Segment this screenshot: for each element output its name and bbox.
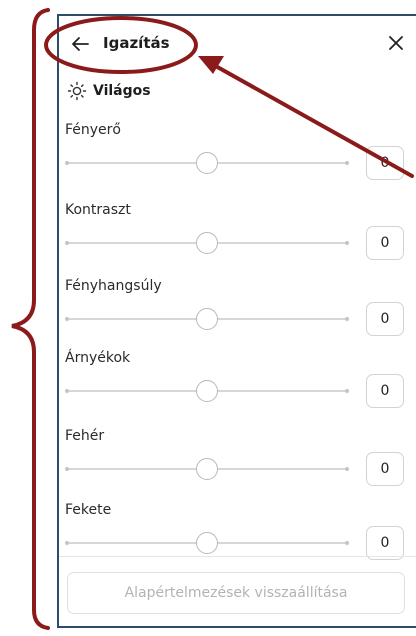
- slider-label: Fényerő: [65, 122, 121, 138]
- close-icon[interactable]: [385, 32, 407, 54]
- track-end-dot: [345, 161, 349, 165]
- slider-thumb[interactable]: [196, 458, 218, 480]
- slider-value-input[interactable]: 0: [366, 526, 404, 560]
- track-end-dot: [345, 389, 349, 393]
- track-end-dot: [65, 161, 69, 165]
- section-title: Világos: [93, 83, 151, 99]
- slider-value-input[interactable]: 0: [366, 146, 404, 180]
- track-end-dot: [345, 317, 349, 321]
- slider-row-blacks: Fekete 0: [59, 502, 416, 580]
- slider-row-highlights: Fényhangsúly 0: [59, 278, 416, 356]
- reset-defaults-button[interactable]: Alapértelmezések visszaállítása: [67, 572, 405, 614]
- slider-value-input[interactable]: 0: [366, 226, 404, 260]
- slider-row-shadows: Árnyékok 0: [59, 350, 416, 428]
- track-end-dot: [345, 241, 349, 245]
- track-end-dot: [345, 541, 349, 545]
- slider-row-brightness: Fényerő 0: [59, 122, 416, 200]
- slider-thumb[interactable]: [196, 308, 218, 330]
- slider-value-input[interactable]: 0: [366, 302, 404, 336]
- arrow-left-icon[interactable]: [69, 33, 91, 55]
- slider-row-contrast: Kontraszt 0: [59, 202, 416, 280]
- slider-value-input[interactable]: 0: [366, 452, 404, 486]
- slider-thumb[interactable]: [196, 380, 218, 402]
- track-end-dot: [345, 467, 349, 471]
- slider-thumb[interactable]: [196, 232, 218, 254]
- slider-thumb[interactable]: [196, 152, 218, 174]
- sun-icon: [67, 81, 87, 101]
- slider-label: Fehér: [65, 428, 105, 444]
- curly-bracket-annotation: [11, 8, 50, 630]
- slider-label: Fekete: [65, 502, 112, 518]
- slider-label: Kontraszt: [65, 202, 131, 218]
- panel-header: Igazítás: [59, 16, 416, 74]
- track-end-dot: [65, 317, 69, 321]
- track-end-dot: [65, 467, 69, 471]
- section-header-light: Világos: [67, 80, 151, 102]
- slider-label: Fényhangsúly: [65, 278, 162, 294]
- slider-thumb[interactable]: [196, 532, 218, 554]
- footer-divider: [59, 556, 416, 557]
- track-end-dot: [65, 241, 69, 245]
- adjust-panel: Igazítás Világos Fényerő 0 Kontraszt 0 F…: [57, 14, 416, 628]
- slider-row-whites: Fehér 0: [59, 428, 416, 506]
- slider-label: Árnyékok: [65, 350, 131, 366]
- track-end-dot: [65, 389, 69, 393]
- panel-title: Igazítás: [103, 34, 170, 52]
- track-end-dot: [65, 541, 69, 545]
- slider-value-input[interactable]: 0: [366, 374, 404, 408]
